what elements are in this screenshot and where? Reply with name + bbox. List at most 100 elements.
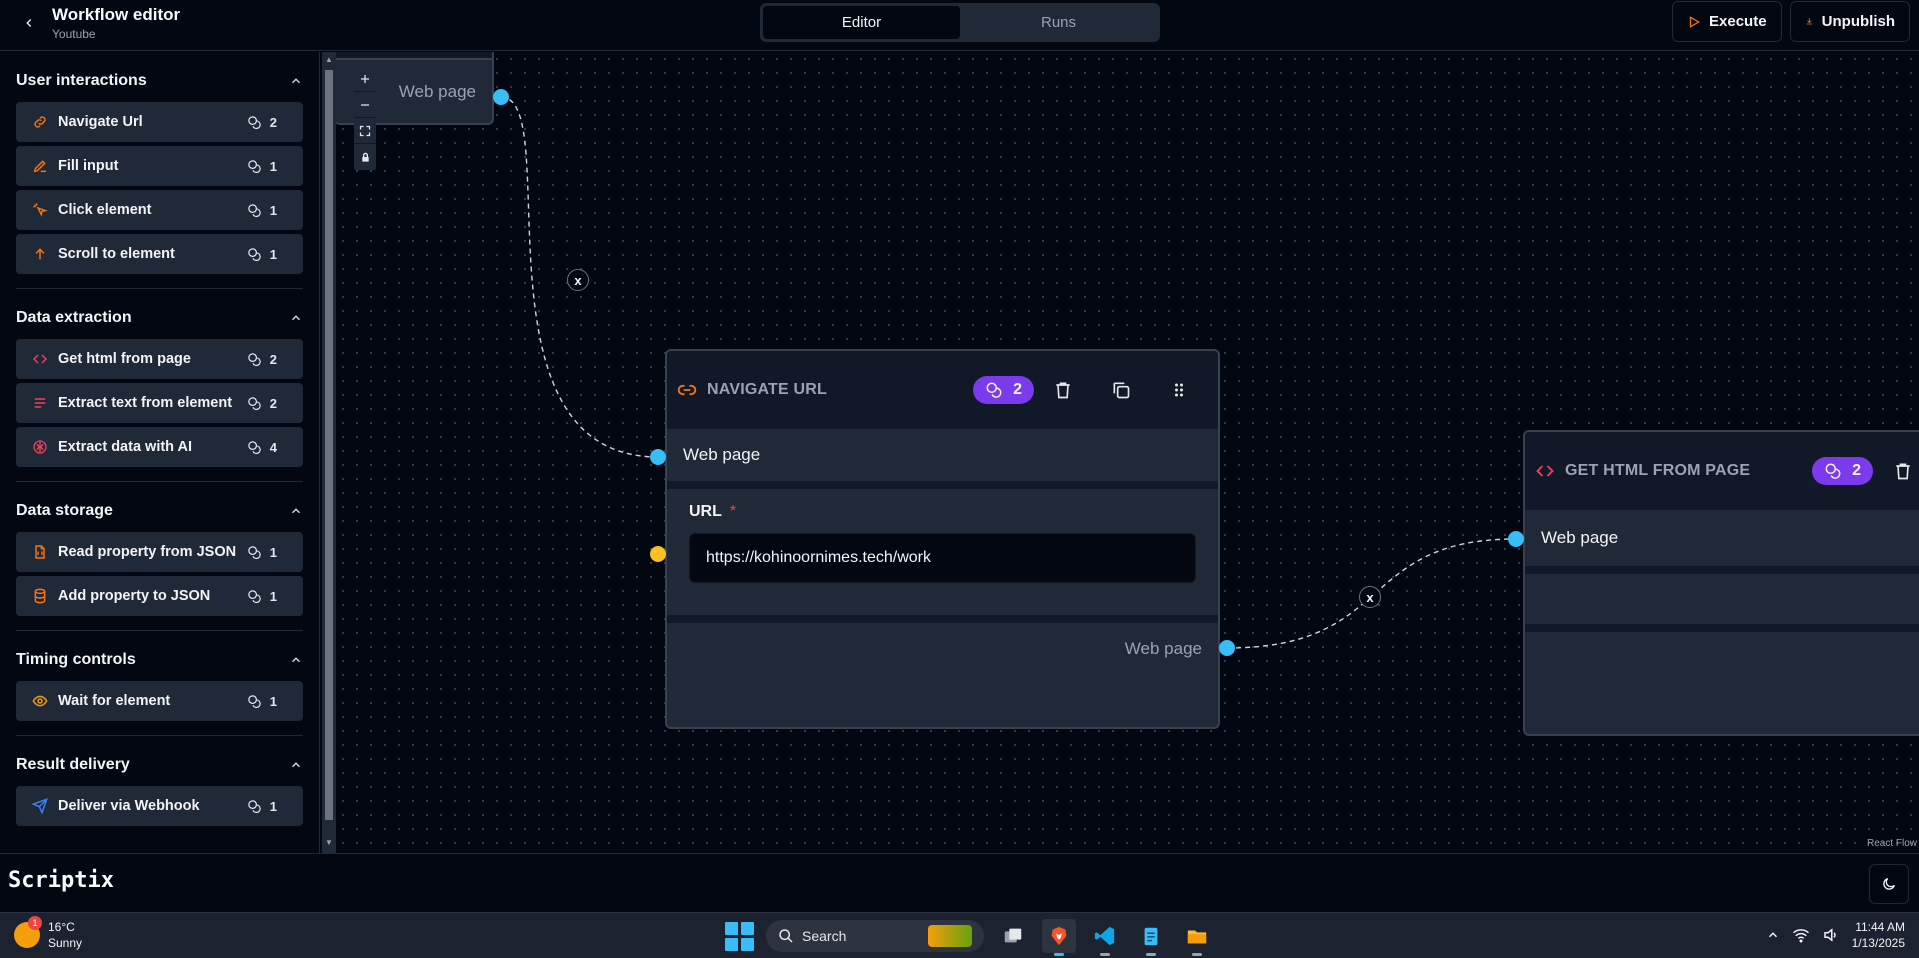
coins-icon: [248, 589, 261, 603]
task-scroll-to-element[interactable]: Scroll to element 1: [16, 234, 303, 274]
task-click-element[interactable]: Click element 1: [16, 190, 303, 230]
delete-node-button[interactable]: [1034, 380, 1092, 400]
task-label: Scroll to element: [58, 246, 175, 262]
task-navigate-url[interactable]: Navigate Url 2: [16, 102, 303, 142]
tab-editor[interactable]: Editor: [763, 6, 960, 39]
drag-handle[interactable]: [1150, 380, 1208, 400]
coins-icon: [248, 396, 261, 410]
file-explorer-icon[interactable]: [1180, 919, 1214, 956]
input-handle-url[interactable]: [650, 546, 666, 562]
edge-delete-button[interactable]: x: [1359, 586, 1381, 608]
arrow-up-icon: [32, 246, 50, 262]
flow-canvas[interactable]: Web page x x NAVIGATE URL 2 Web page URL…: [336, 52, 1919, 853]
edge-delete-button[interactable]: x: [567, 269, 589, 291]
node-title: NAVIGATE URL: [707, 381, 828, 398]
taskbar-search[interactable]: Search: [766, 920, 984, 952]
scrollbar-thumb[interactable]: [325, 70, 333, 820]
brave-browser-icon[interactable]: [1042, 919, 1076, 956]
scroll-down-arrow-icon[interactable]: ▼: [325, 839, 333, 847]
output-handle[interactable]: [493, 89, 509, 105]
workflow-name: Youtube: [52, 27, 96, 41]
task-extract-ai[interactable]: Extract data with AI 4: [16, 427, 303, 467]
clock[interactable]: 11:44 AM 1/13/2025: [1852, 919, 1905, 951]
zoom-in-button[interactable]: [354, 66, 376, 92]
wifi-icon[interactable]: [1792, 926, 1810, 944]
eye-icon: [32, 693, 50, 709]
task-wait-element[interactable]: Wait for element 1: [16, 681, 303, 721]
task-read-json[interactable]: Read property from JSON 1: [16, 532, 303, 572]
chevron-up-icon: [291, 315, 301, 321]
volume-icon[interactable]: [1822, 926, 1840, 944]
react-flow-attribution[interactable]: React Flow: [1867, 838, 1917, 849]
text-lines-icon: [32, 395, 50, 411]
sidebar-scrollbar[interactable]: ▲ ▼: [322, 52, 336, 853]
delete-node-button[interactable]: [1893, 461, 1919, 481]
credit-count: 1: [247, 799, 277, 814]
task-get-html[interactable]: Get html from page 2: [16, 339, 303, 379]
coins-icon: [248, 159, 261, 173]
input-handle-webpage[interactable]: [650, 449, 666, 465]
trash-icon: [1896, 463, 1910, 480]
input-label: Web page: [683, 445, 761, 464]
task-view-icon[interactable]: [996, 919, 1030, 953]
task-fill-input[interactable]: Fill input 1: [16, 146, 303, 186]
code-icon: [1536, 465, 1554, 477]
task-label: Add property to JSON: [58, 588, 211, 604]
code-icon: [32, 351, 50, 367]
section-title: Data storage: [16, 502, 113, 519]
section-header[interactable]: Result delivery: [16, 736, 303, 786]
task-label: Navigate Url: [58, 114, 143, 130]
plus-icon: [361, 74, 369, 83]
vscode-icon[interactable]: [1088, 919, 1122, 956]
link-icon: [677, 384, 697, 396]
section-title: Timing controls: [16, 651, 136, 668]
task-add-json[interactable]: Add property to JSON 1: [16, 576, 303, 616]
zoom-controls: [354, 66, 376, 170]
output-handle-webpage[interactable]: [1219, 640, 1235, 656]
task-label: Click element: [58, 202, 152, 218]
tab-runs[interactable]: Runs: [960, 6, 1157, 39]
section-header[interactable]: Timing controls: [16, 631, 303, 681]
duplicate-node-button[interactable]: [1092, 380, 1150, 400]
lock-button[interactable]: [354, 144, 376, 170]
scroll-up-arrow-icon[interactable]: ▲: [325, 56, 333, 64]
node-header[interactable]: GET HTML FROM PAGE 2: [1525, 432, 1919, 510]
flow-node-navigate-url[interactable]: NAVIGATE URL 2 Web page URL * https://ko…: [665, 349, 1220, 729]
section-timing-controls: Timing controls Wait for element 1: [0, 631, 319, 736]
coins-icon: [248, 247, 261, 261]
task-deliver-webhook[interactable]: Deliver via Webhook 1: [16, 786, 303, 826]
url-label: URL: [689, 503, 722, 520]
task-label: Get html from page: [58, 351, 191, 367]
file-json-icon: [32, 544, 50, 560]
chevron-left-icon: [26, 18, 32, 28]
back-button[interactable]: [18, 12, 40, 34]
input-handle-webpage[interactable]: [1508, 531, 1524, 547]
url-input[interactable]: https://kohinoornimes.tech/work: [689, 533, 1196, 583]
node-header-strip: [336, 52, 492, 60]
windows-start-icon[interactable]: [724, 921, 754, 951]
notepad-icon[interactable]: [1134, 919, 1168, 956]
section-header[interactable]: Data storage: [16, 482, 303, 532]
theme-toggle-button[interactable]: [1869, 864, 1909, 904]
credit-badge: 2: [1812, 457, 1873, 485]
app-root: Workflow editor Youtube Editor Runs Exec…: [0, 0, 1919, 958]
task-extract-text[interactable]: Extract text from element 2: [16, 383, 303, 423]
trash-icon: [1056, 382, 1070, 399]
execute-button[interactable]: Execute: [1672, 1, 1782, 42]
zoom-out-button[interactable]: [354, 92, 376, 118]
flow-node-get-html[interactable]: GET HTML FROM PAGE 2 Web page: [1523, 430, 1919, 736]
lock-icon: [361, 152, 369, 162]
node-header[interactable]: NAVIGATE URL 2: [667, 351, 1218, 429]
credit-count: 2: [247, 396, 277, 411]
node-input-url: URL * https://kohinoornimes.tech/work: [667, 489, 1218, 623]
chevron-up-icon[interactable]: [1766, 928, 1780, 942]
fit-view-button[interactable]: [354, 118, 376, 144]
unpublish-button[interactable]: Unpublish: [1790, 1, 1910, 42]
weather-widget[interactable]: 1 16°C Sunny: [14, 916, 82, 951]
brand-logo[interactable]: Scriptix: [8, 868, 114, 893]
credit-badge: 2: [973, 376, 1034, 404]
app-footer: Scriptix: [0, 853, 1919, 912]
section-header[interactable]: User interactions: [16, 52, 303, 102]
section-header[interactable]: Data extraction: [16, 289, 303, 339]
section-data-extraction: Data extraction Get html from page 2 Ext…: [0, 289, 319, 482]
